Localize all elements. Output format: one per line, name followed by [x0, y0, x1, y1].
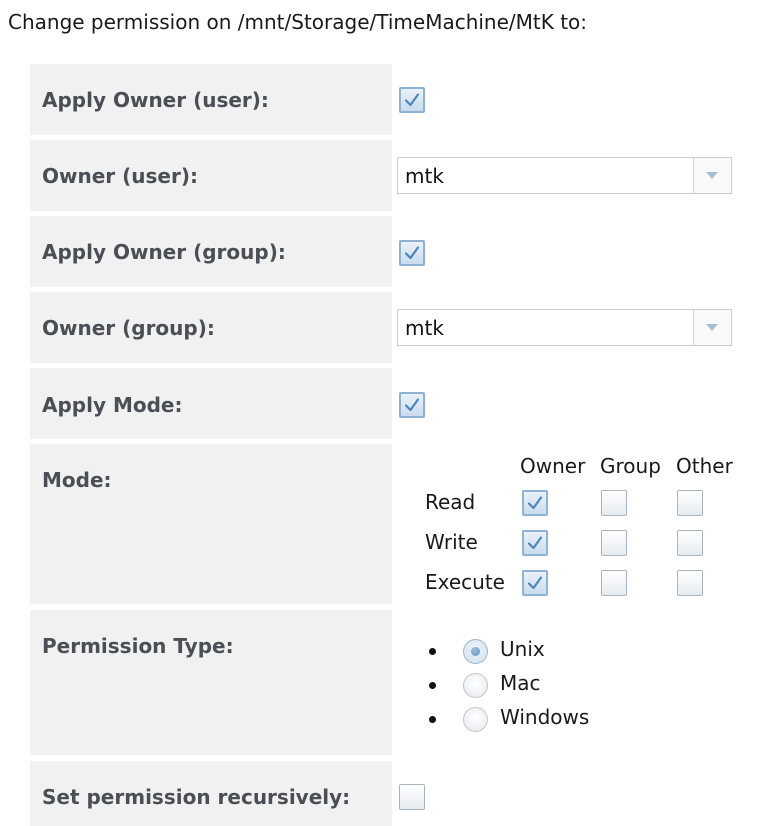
mode-column-other: Other	[676, 454, 733, 478]
checkmark-icon	[404, 93, 420, 107]
owner-user-value: mtk	[405, 164, 444, 188]
apply-owner-user-checkbox[interactable]	[399, 87, 425, 113]
mode-execute-group-checkbox[interactable]	[601, 570, 627, 596]
mode-read-group-checkbox[interactable]	[601, 490, 627, 516]
mode-execute-other-checkbox[interactable]	[677, 570, 703, 596]
apply-owner-group-label: Apply Owner (group):	[42, 240, 286, 264]
checkmark-icon	[527, 496, 543, 510]
mode-label: Mode:	[42, 468, 112, 492]
permission-type-label: Permission Type:	[42, 634, 234, 658]
owner-user-dropdown-button[interactable]	[693, 158, 731, 193]
owner-group-label-cell: Owner (group):	[30, 292, 392, 363]
mode-write-other-checkbox[interactable]	[677, 530, 703, 556]
permission-type-unix-label[interactable]: Unix	[500, 637, 545, 661]
apply-owner-group-checkbox[interactable]	[399, 240, 425, 266]
mode-execute-owner-checkbox[interactable]	[522, 570, 548, 596]
apply-mode-label: Apply Mode:	[42, 393, 183, 417]
permission-type-label-cell: Permission Type:	[30, 610, 392, 755]
owner-user-select[interactable]: mtk	[397, 157, 732, 194]
recursive-label-cell: Set permission recursively:	[30, 761, 392, 826]
owner-group-dropdown-button[interactable]	[693, 310, 731, 345]
mode-label-cell: Mode:	[30, 444, 392, 604]
permission-type-row: Permission Type: Unix Mac Windows	[0, 610, 762, 755]
recursive-row: Set permission recursively:	[0, 761, 762, 826]
checkmark-icon	[404, 246, 420, 260]
owner-user-row: Owner (user): mtk	[0, 140, 762, 211]
apply-owner-user-row: Apply Owner (user):	[0, 64, 762, 135]
apply-owner-user-label-cell: Apply Owner (user):	[30, 64, 392, 135]
bullet-unix	[429, 648, 436, 655]
recursive-label: Set permission recursively:	[42, 785, 351, 809]
mode-row-execute-label: Execute	[425, 570, 505, 594]
mode-column-group: Group	[600, 454, 661, 478]
checkmark-icon	[527, 536, 543, 550]
checkmark-icon	[527, 576, 543, 590]
apply-mode-row: Apply Mode:	[0, 368, 762, 439]
bullet-mac	[429, 682, 436, 689]
apply-owner-group-row: Apply Owner (group):	[0, 216, 762, 287]
owner-group-select[interactable]: mtk	[397, 309, 732, 346]
radio-selected-dot	[471, 647, 480, 656]
mode-write-owner-checkbox[interactable]	[522, 530, 548, 556]
apply-owner-group-label-cell: Apply Owner (group):	[30, 216, 392, 287]
chevron-down-icon	[706, 324, 718, 331]
bullet-windows	[429, 716, 436, 723]
permission-type-windows-label[interactable]: Windows	[500, 705, 589, 729]
mode-row-read-label: Read	[425, 490, 476, 514]
owner-user-label-cell: Owner (user):	[30, 140, 392, 211]
permission-type-mac-label[interactable]: Mac	[500, 671, 541, 695]
permission-type-windows-radio[interactable]	[463, 707, 488, 732]
owner-user-label: Owner (user):	[42, 164, 198, 188]
mode-read-owner-checkbox[interactable]	[522, 490, 548, 516]
checkmark-icon	[404, 398, 420, 412]
recursive-checkbox[interactable]	[399, 784, 425, 810]
mode-row-write-label: Write	[425, 530, 478, 554]
permission-type-mac-radio[interactable]	[463, 673, 488, 698]
apply-mode-label-cell: Apply Mode:	[30, 368, 392, 439]
permission-type-unix-radio[interactable]	[463, 639, 488, 664]
mode-read-other-checkbox[interactable]	[677, 490, 703, 516]
apply-owner-user-label: Apply Owner (user):	[42, 88, 269, 112]
apply-mode-checkbox[interactable]	[399, 392, 425, 418]
mode-row: Mode: Owner Group Other Read Write Execu…	[0, 444, 762, 604]
page-title: Change permission on /mnt/Storage/TimeMa…	[8, 10, 588, 34]
chevron-down-icon	[706, 172, 718, 179]
mode-write-group-checkbox[interactable]	[601, 530, 627, 556]
owner-group-value: mtk	[405, 316, 444, 340]
mode-column-owner: Owner	[520, 454, 586, 478]
owner-group-label: Owner (group):	[42, 316, 215, 340]
owner-group-row: Owner (group): mtk	[0, 292, 762, 363]
